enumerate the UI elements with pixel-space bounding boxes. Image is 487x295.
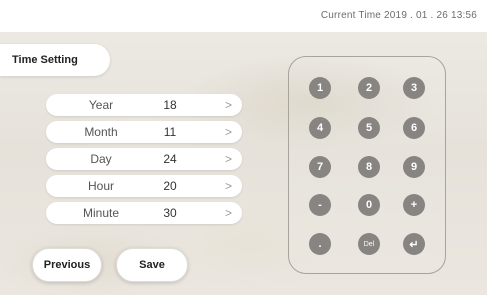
key-6[interactable]: 6 (403, 117, 425, 139)
key-9[interactable]: 9 (403, 156, 425, 178)
chevron-right-icon: > (224, 179, 232, 193)
previous-button[interactable]: Previous (32, 248, 102, 282)
year-label: Year (88, 98, 114, 112)
day-label: Day (90, 152, 112, 166)
save-button[interactable]: Save (116, 248, 188, 282)
month-value: 11 (163, 125, 177, 139)
day-value: 24 (163, 152, 177, 166)
chevron-right-icon: > (224, 152, 232, 166)
chevron-right-icon: > (224, 125, 232, 139)
key-4[interactable]: 4 (309, 117, 331, 139)
page-title: Time Setting (12, 54, 78, 66)
key-delete[interactable]: Del (358, 233, 380, 255)
minute-field[interactable]: Minute 30 > (46, 202, 242, 224)
key-7[interactable]: 7 (309, 156, 331, 178)
year-field[interactable]: Year 18 > (46, 94, 242, 116)
hour-label: Hour (87, 179, 114, 193)
chevron-right-icon: > (224, 98, 232, 112)
hour-value: 20 (163, 179, 177, 193)
minute-label: Minute (82, 206, 120, 220)
key-plus[interactable]: + (403, 194, 425, 216)
chevron-right-icon: > (224, 206, 232, 220)
year-value: 18 (163, 98, 177, 112)
current-time-display: Current Time 2019 . 01 . 26 13:56 (320, 10, 477, 21)
day-field[interactable]: Day 24 > (46, 148, 242, 170)
key-8[interactable]: 8 (358, 156, 380, 178)
key-decimal[interactable]: . (309, 233, 331, 255)
enter-icon[interactable]: ↵ (403, 233, 425, 255)
numeric-keypad: 1 2 3 4 5 6 7 8 9 - 0 + . Del ↵ (288, 56, 446, 274)
key-3[interactable]: 3 (403, 77, 425, 99)
time-setting-title-tab: Time Setting (0, 44, 110, 76)
hour-field[interactable]: Hour 20 > (46, 175, 242, 197)
top-status-bar: Current Time 2019 . 01 . 26 13:56 (0, 0, 487, 32)
key-0[interactable]: 0 (358, 194, 380, 216)
minute-value: 30 (163, 206, 177, 220)
key-minus[interactable]: - (309, 194, 331, 216)
key-5[interactable]: 5 (358, 117, 380, 139)
key-2[interactable]: 2 (358, 77, 380, 99)
key-1[interactable]: 1 (309, 77, 331, 99)
month-label: Month (84, 125, 118, 139)
month-field[interactable]: Month 11 > (46, 121, 242, 143)
